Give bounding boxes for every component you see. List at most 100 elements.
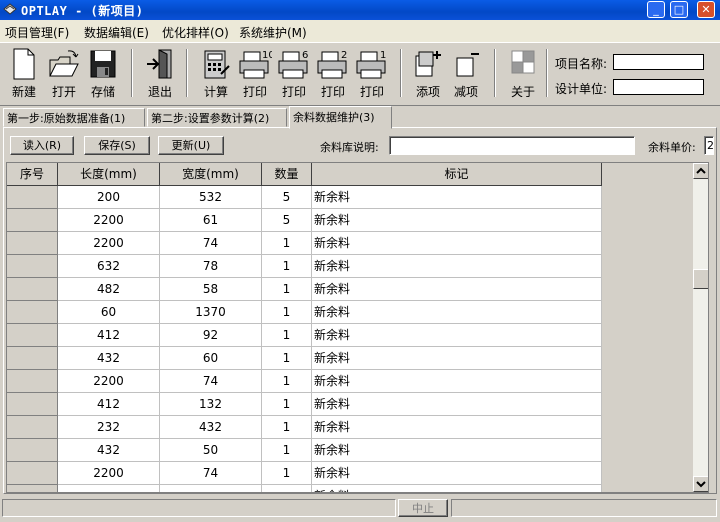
quantity-cell[interactable] — [262, 485, 312, 492]
mark-cell[interactable]: 新余料 — [312, 301, 602, 324]
mark-cell[interactable]: 新余料 — [312, 278, 602, 301]
scroll-up-button[interactable] — [693, 163, 708, 179]
save-data-button[interactable]: 保存(S) — [84, 136, 150, 155]
row-index-cell[interactable] — [7, 347, 58, 370]
project-name-input[interactable] — [613, 54, 704, 70]
width-cell[interactable] — [160, 485, 262, 492]
length-cell[interactable]: 232 — [58, 416, 160, 439]
width-cell[interactable]: 432 — [160, 416, 262, 439]
save-button[interactable]: 存储 — [83, 45, 123, 101]
print-button-1[interactable]: 10 打印 — [235, 45, 275, 101]
header-mark[interactable]: 标记 — [312, 163, 602, 186]
maximize-button[interactable]: □ — [670, 1, 688, 18]
mark-cell[interactable]: 新余料 — [312, 370, 602, 393]
length-cell[interactable]: 412 — [58, 393, 160, 416]
length-cell[interactable]: 412 — [58, 324, 160, 347]
width-cell[interactable]: 74 — [160, 462, 262, 485]
quantity-cell[interactable]: 1 — [262, 255, 312, 278]
quantity-cell[interactable]: 1 — [262, 416, 312, 439]
menu-system[interactable]: 系统维护(M) — [239, 24, 307, 41]
width-cell[interactable]: 50 — [160, 439, 262, 462]
mark-cell[interactable]: 新余料 — [312, 462, 602, 485]
width-cell[interactable]: 532 — [160, 186, 262, 209]
scroll-thumb[interactable] — [693, 269, 708, 289]
minimize-button[interactable]: _ — [647, 1, 665, 18]
quantity-cell[interactable]: 1 — [262, 370, 312, 393]
row-index-cell[interactable] — [7, 255, 58, 278]
tab-remnant-maintenance[interactable]: 余料数据维护(3) — [289, 106, 392, 129]
row-index-cell[interactable] — [7, 186, 58, 209]
row-index-cell[interactable] — [7, 416, 58, 439]
length-cell[interactable]: 2200 — [58, 232, 160, 255]
menu-data-edit[interactable]: 数据编辑(E) — [84, 24, 149, 41]
header-index[interactable]: 序号 — [7, 163, 58, 186]
width-cell[interactable]: 58 — [160, 278, 262, 301]
close-button[interactable]: ✕ — [697, 1, 715, 18]
mark-cell[interactable]: 新余料 — [312, 186, 602, 209]
add-item-button[interactable]: 添项 — [408, 45, 448, 101]
print-button-4[interactable]: 1 打印 — [352, 45, 392, 101]
length-cell[interactable]: 432 — [58, 347, 160, 370]
scroll-down-button[interactable] — [693, 476, 708, 492]
remove-item-button[interactable]: 减项 — [446, 45, 486, 101]
mark-cell[interactable]: 新余料 — [312, 324, 602, 347]
width-cell[interactable]: 1370 — [160, 301, 262, 324]
mark-cell[interactable]: 新余料 — [312, 347, 602, 370]
row-index-cell[interactable] — [7, 370, 58, 393]
new-button[interactable]: 新建 — [4, 45, 44, 101]
row-index-cell[interactable] — [7, 209, 58, 232]
exit-button[interactable]: 退出 — [140, 45, 180, 101]
length-cell[interactable]: 2200 — [58, 209, 160, 232]
quantity-cell[interactable]: 1 — [262, 462, 312, 485]
row-index-cell[interactable] — [7, 232, 58, 255]
menu-optimize[interactable]: 优化排样(O) — [162, 24, 229, 41]
update-button[interactable]: 更新(U) — [158, 136, 224, 155]
row-index-cell[interactable] — [7, 462, 58, 485]
read-button[interactable]: 读入(R) — [10, 136, 74, 155]
width-cell[interactable]: 78 — [160, 255, 262, 278]
quantity-cell[interactable]: 1 — [262, 232, 312, 255]
row-index-cell[interactable] — [7, 485, 58, 492]
length-cell[interactable]: 432 — [58, 439, 160, 462]
row-index-cell[interactable] — [7, 278, 58, 301]
row-index-cell[interactable] — [7, 393, 58, 416]
print-button-3[interactable]: 2 打印 — [313, 45, 353, 101]
quantity-cell[interactable]: 1 — [262, 393, 312, 416]
length-cell[interactable]: 60 — [58, 301, 160, 324]
row-index-cell[interactable] — [7, 324, 58, 347]
quantity-cell[interactable]: 1 — [262, 324, 312, 347]
calculate-button[interactable]: 计算 — [196, 45, 236, 101]
tab-step1[interactable]: 第一步:原始数据准备(1) — [3, 108, 145, 127]
length-cell[interactable]: 2200 — [58, 462, 160, 485]
length-cell[interactable]: 632 — [58, 255, 160, 278]
width-cell[interactable]: 132 — [160, 393, 262, 416]
length-cell[interactable]: 2200 — [58, 370, 160, 393]
width-cell[interactable]: 74 — [160, 370, 262, 393]
title-bar[interactable]: OPTLAY - (新项目) _ □ ✕ — [0, 0, 720, 20]
mark-cell[interactable]: 新余料 — [312, 209, 602, 232]
mark-cell[interactable]: 新余料 — [312, 255, 602, 278]
quantity-cell[interactable]: 1 — [262, 439, 312, 462]
row-index-cell[interactable] — [7, 439, 58, 462]
mark-cell[interactable]: 新余料 — [312, 485, 602, 492]
mark-cell[interactable]: 新余料 — [312, 439, 602, 462]
mark-cell[interactable]: 新余料 — [312, 416, 602, 439]
length-cell[interactable] — [58, 485, 160, 492]
header-quantity[interactable]: 数量 — [262, 163, 312, 186]
design-unit-input[interactable] — [613, 79, 704, 95]
width-cell[interactable]: 92 — [160, 324, 262, 347]
vertical-scrollbar[interactable] — [693, 163, 708, 492]
print-button-2[interactable]: 6 打印 — [274, 45, 314, 101]
header-width[interactable]: 宽度(mm) — [160, 163, 262, 186]
about-button[interactable]: 关于 — [503, 45, 543, 101]
length-cell[interactable]: 200 — [58, 186, 160, 209]
width-cell[interactable]: 61 — [160, 209, 262, 232]
open-button[interactable]: 打开 — [44, 45, 84, 101]
stop-button[interactable]: 中止 — [398, 499, 448, 517]
mark-cell[interactable]: 新余料 — [312, 232, 602, 255]
quantity-cell[interactable]: 5 — [262, 186, 312, 209]
mark-cell[interactable]: 新余料 — [312, 393, 602, 416]
width-cell[interactable]: 60 — [160, 347, 262, 370]
length-cell[interactable]: 482 — [58, 278, 160, 301]
quantity-cell[interactable]: 1 — [262, 347, 312, 370]
